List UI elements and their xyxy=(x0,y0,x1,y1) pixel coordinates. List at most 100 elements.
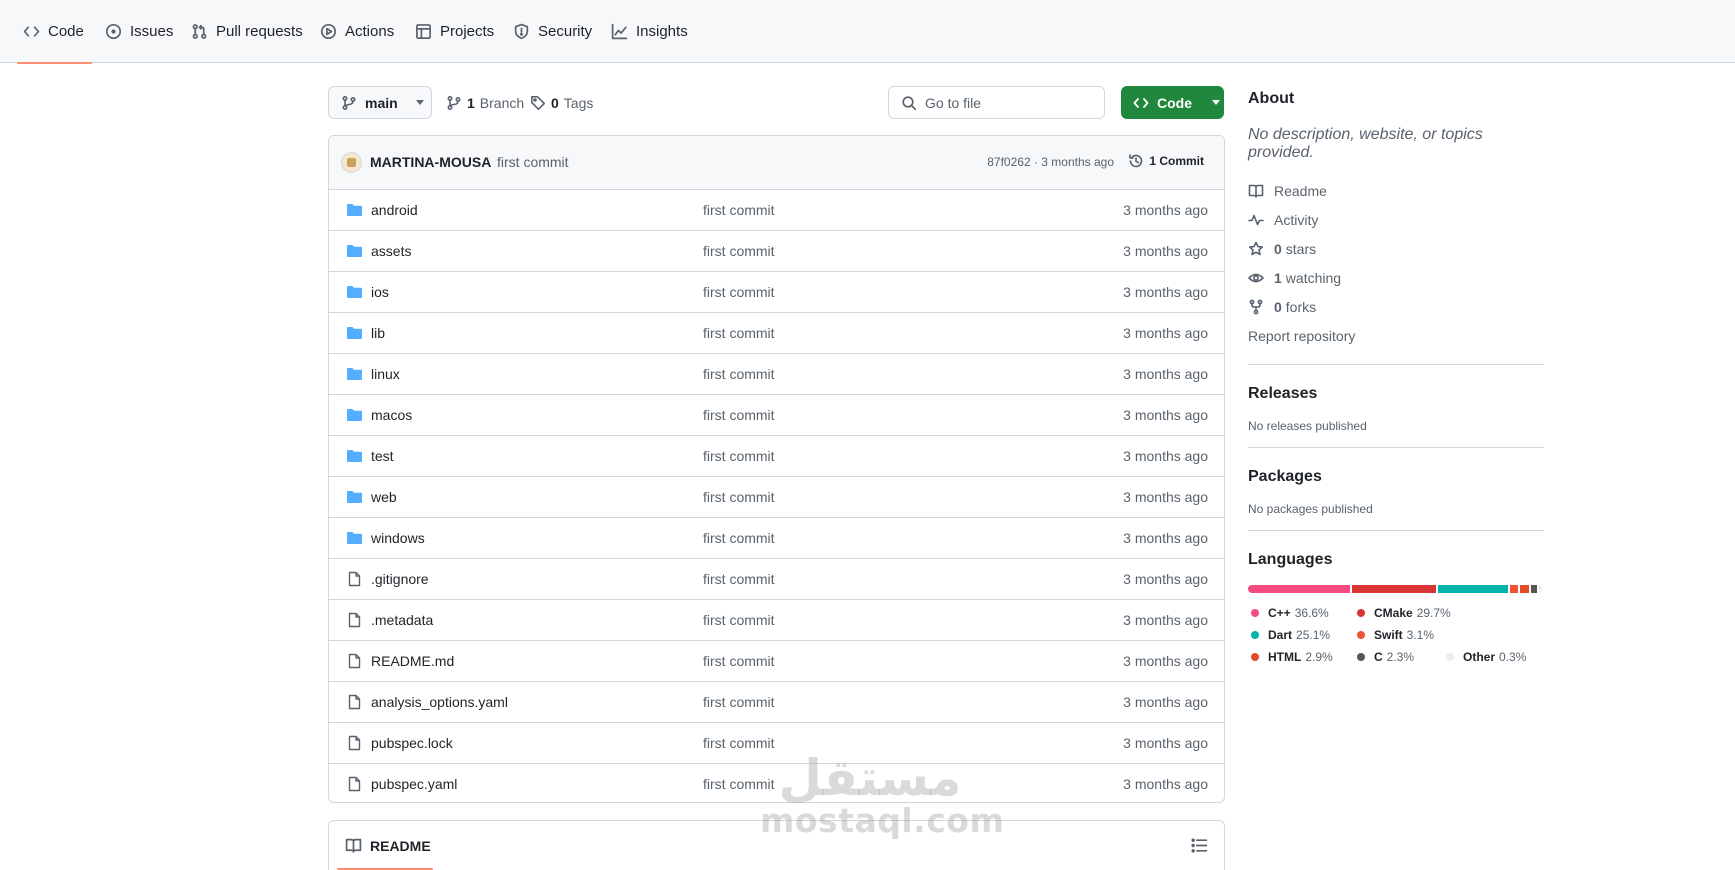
languages-bar xyxy=(1248,585,1542,593)
commit-message-link[interactable]: first commit xyxy=(497,154,569,170)
branch-select-button[interactable]: main xyxy=(328,86,432,119)
file-name-link[interactable]: .gitignore xyxy=(371,571,429,587)
table-row[interactable]: .gitignore first commit 3 months ago xyxy=(329,559,1224,600)
language-dot xyxy=(1446,653,1454,661)
file-commit-message[interactable]: first commit xyxy=(703,325,775,341)
language-bar-segment xyxy=(1538,585,1542,593)
play-icon xyxy=(320,23,337,40)
packages-empty: No packages published xyxy=(1248,502,1373,516)
file-name-link[interactable]: pubspec.yaml xyxy=(371,776,457,792)
file-name-link[interactable]: analysis_options.yaml xyxy=(371,694,508,710)
table-row[interactable]: test first commit 3 months ago xyxy=(329,436,1224,477)
file-name-link[interactable]: linux xyxy=(371,366,400,382)
readme-link[interactable]: Readme xyxy=(1248,176,1544,205)
language-item[interactable]: C 2.3% xyxy=(1357,649,1437,665)
table-row[interactable]: .metadata first commit 3 months ago xyxy=(329,600,1224,641)
forks-link[interactable]: 0 forks xyxy=(1248,292,1544,321)
folder-icon xyxy=(347,450,362,462)
file-commit-message[interactable]: first commit xyxy=(703,243,775,259)
table-row[interactable]: linux first commit 3 months ago xyxy=(329,354,1224,395)
releases-heading[interactable]: Releases xyxy=(1248,385,1544,403)
watching-link[interactable]: 1 watching xyxy=(1248,263,1544,292)
branches-link[interactable]: 1 Branch xyxy=(446,86,524,119)
file-name-link[interactable]: web xyxy=(371,489,397,505)
table-row[interactable]: windows first commit 3 months ago xyxy=(329,518,1224,559)
tab-issues[interactable]: Issues xyxy=(105,0,173,63)
packages-heading[interactable]: Packages xyxy=(1248,468,1544,486)
language-legend-row: C++ 36.6% CMake 29.7% xyxy=(1248,602,1544,624)
table-row[interactable]: web first commit 3 months ago xyxy=(329,477,1224,518)
language-legend-row: HTML 2.9% C 2.3% Other 0.3% xyxy=(1248,646,1544,668)
tab-insights[interactable]: Insights xyxy=(611,0,688,63)
activity-link[interactable]: Activity xyxy=(1248,205,1544,234)
file-commit-message[interactable]: first commit xyxy=(703,530,775,546)
tags-link[interactable]: 0 Tags xyxy=(530,86,593,119)
readme-tab[interactable]: README xyxy=(345,837,431,854)
table-row[interactable]: assets first commit 3 months ago xyxy=(329,231,1224,272)
table-row[interactable]: android first commit 3 months ago xyxy=(329,190,1224,231)
language-item[interactable]: Dart 25.1% xyxy=(1251,627,1348,643)
file-name-link[interactable]: android xyxy=(371,202,418,218)
language-item[interactable]: CMake 29.7% xyxy=(1357,605,1477,621)
file-commit-message[interactable]: first commit xyxy=(703,448,775,464)
tag-icon xyxy=(531,95,545,110)
file-commit-message[interactable]: first commit xyxy=(703,202,775,218)
file-name-link[interactable]: test xyxy=(371,448,394,464)
file-commit-message[interactable]: first commit xyxy=(703,653,775,669)
table-row[interactable]: analysis_options.yaml first commit 3 month… xyxy=(329,682,1224,723)
file-name-link[interactable]: pubspec.lock xyxy=(371,735,453,751)
file-age: 3 months ago xyxy=(1123,407,1208,423)
file-commit-message[interactable]: first commit xyxy=(703,571,775,587)
language-item[interactable]: HTML 2.9% xyxy=(1251,649,1348,665)
tab-actions[interactable]: Actions xyxy=(320,0,394,63)
language-dot xyxy=(1357,609,1365,617)
language-bar-segment xyxy=(1509,585,1519,593)
language-item[interactable]: Swift 3.1% xyxy=(1357,627,1477,643)
table-row[interactable]: pubspec.yaml first commit 3 months ago xyxy=(329,764,1224,802)
file-name-link[interactable]: windows xyxy=(371,530,425,546)
folder-icon xyxy=(347,327,362,339)
releases-empty: No releases published xyxy=(1248,419,1367,433)
language-item[interactable]: C++ 36.6% xyxy=(1251,605,1348,621)
code-dropdown-button[interactable]: Code xyxy=(1121,86,1224,119)
file-commit-message[interactable]: first commit xyxy=(703,366,775,382)
file-commit-message[interactable]: first commit xyxy=(703,407,775,423)
file-icon xyxy=(348,776,361,792)
file-icon xyxy=(348,694,361,710)
avatar[interactable] xyxy=(341,152,362,173)
go-to-file-input[interactable]: Go to file xyxy=(888,86,1105,119)
file-name-link[interactable]: README.md xyxy=(371,653,454,669)
list-icon[interactable] xyxy=(1191,837,1208,854)
file-age: 3 months ago xyxy=(1123,653,1208,669)
table-row[interactable]: README.md first commit 3 months ago xyxy=(329,641,1224,682)
table-row[interactable]: ios first commit 3 months ago xyxy=(329,272,1224,313)
tab-code[interactable]: Code xyxy=(17,0,92,64)
file-commit-message[interactable]: first commit xyxy=(703,735,775,751)
language-dot xyxy=(1251,609,1259,617)
file-name-link[interactable]: macos xyxy=(371,407,412,423)
language-item[interactable]: Other 0.3% xyxy=(1446,649,1536,665)
commit-author-link[interactable]: MARTINA-MOUSA xyxy=(370,154,491,170)
file-name-link[interactable]: .metadata xyxy=(371,612,433,628)
tab-security[interactable]: Security xyxy=(513,0,592,63)
file-commit-message[interactable]: first commit xyxy=(703,489,775,505)
file-name-link[interactable]: assets xyxy=(371,243,411,259)
table-row[interactable]: pubspec.lock first commit 3 months ago xyxy=(329,723,1224,764)
file-age: 3 months ago xyxy=(1123,735,1208,751)
file-name-link[interactable]: ios xyxy=(371,284,389,300)
file-commit-message[interactable]: first commit xyxy=(703,694,775,710)
table-row[interactable]: lib first commit 3 months ago xyxy=(329,313,1224,354)
tab-projects[interactable]: Projects xyxy=(415,0,494,63)
tab-pull-requests[interactable]: Pull requests xyxy=(191,0,303,63)
file-name-link[interactable]: lib xyxy=(371,325,385,341)
stars-link[interactable]: 0 stars xyxy=(1248,234,1544,263)
file-commit-message[interactable]: first commit xyxy=(703,776,775,792)
file-commit-message[interactable]: first commit xyxy=(703,612,775,628)
file-age: 3 months ago xyxy=(1123,612,1208,628)
file-commit-message[interactable]: first commit xyxy=(703,284,775,300)
table-row[interactable]: macos first commit 3 months ago xyxy=(329,395,1224,436)
commit-history-link[interactable]: 1 Commit xyxy=(1128,153,1204,169)
language-bar-segment xyxy=(1530,585,1537,593)
commit-hash-age[interactable]: 87f0262 · 3 months ago xyxy=(987,155,1114,169)
report-repository-link[interactable]: Report repository xyxy=(1248,321,1544,350)
